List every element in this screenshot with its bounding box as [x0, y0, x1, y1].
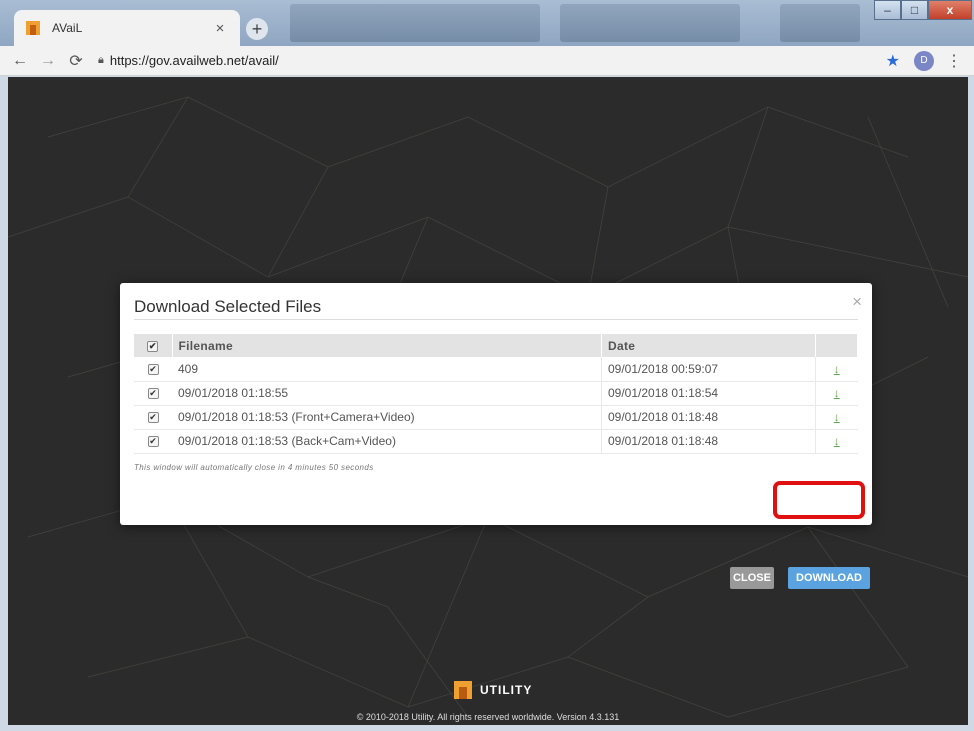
utility-logo: UTILITY — [454, 681, 532, 699]
profile-avatar[interactable]: D — [914, 50, 934, 71]
row-filename: 09/01/2018 01:18:55 — [172, 381, 602, 406]
address-toolbar: ← → ⟳ 🔒︎ https://gov.availweb.net/avail/… — [0, 46, 974, 76]
blurred-background-area — [560, 4, 740, 42]
blurred-background-area — [780, 4, 860, 42]
browser-menu-icon[interactable]: ⋮ — [946, 51, 962, 71]
window-controls: – □ x — [874, 0, 972, 22]
close-button[interactable]: CLOSE — [730, 567, 774, 589]
download-modal: Download Selected Files × ✔ Filename Dat… — [120, 283, 872, 589]
row-date: 09/01/2018 00:59:07 — [601, 357, 816, 382]
row-filename: 09/01/2018 01:18:53 (Back+Cam+Video) — [172, 429, 602, 454]
window-left-border — [0, 77, 8, 731]
window-close-button[interactable]: x — [928, 0, 972, 20]
download-highlight-box — [773, 481, 865, 519]
row-checkbox[interactable]: ✔ — [147, 364, 159, 376]
select-all-checkbox[interactable]: ✔ — [147, 340, 159, 352]
download-arrow-icon[interactable]: ↓ — [834, 362, 840, 376]
modal-title: Download Selected Files — [134, 297, 322, 316]
row-date: 09/01/2018 01:18:54 — [601, 381, 816, 406]
auto-close-notice: This window will automatically close in … — [134, 463, 374, 472]
utility-logo-icon — [454, 681, 472, 699]
download-button[interactable]: DOWNLOAD — [788, 567, 870, 589]
utility-brand-text: UTILITY — [480, 683, 533, 697]
row-date: 09/01/2018 01:18:48 — [601, 429, 816, 454]
forward-arrow-icon[interactable]: → — [34, 52, 62, 70]
lock-icon: 🔒︎ — [98, 54, 104, 66]
download-arrow-icon[interactable]: ↓ — [834, 410, 840, 424]
column-header-date[interactable]: Date — [601, 334, 816, 357]
table-row: ✔ 409 09/01/2018 00:59:07 ↓ — [134, 357, 858, 382]
maximize-button[interactable]: □ — [901, 0, 928, 20]
select-all-cell: ✔ — [134, 334, 173, 357]
column-header-filename[interactable]: Filename — [172, 334, 602, 357]
row-checkbox[interactable]: ✔ — [147, 436, 159, 448]
modal-divider — [134, 319, 858, 320]
tab-close-icon[interactable]: × — [212, 20, 228, 37]
row-date: 09/01/2018 01:18:48 — [601, 405, 816, 430]
tab-title: AVaiL — [52, 21, 83, 35]
modal-button-bar: CLOSE DOWNLOAD — [120, 491, 872, 589]
table-header-row: ✔ Filename Date — [134, 334, 858, 357]
browser-window: AVaiL × + – □ x ← → ⟳ 🔒︎ https://gov.ava… — [0, 0, 974, 731]
address-bar-url[interactable]: https://gov.availweb.net/avail/ — [110, 53, 886, 68]
new-tab-button[interactable]: + — [246, 18, 268, 40]
files-table: ✔ Filename Date ✔ 409 09/01/2018 00:59:0… — [134, 334, 858, 454]
row-checkbox[interactable]: ✔ — [147, 412, 159, 424]
reload-icon[interactable]: ⟳ — [62, 51, 90, 71]
table-row: ✔ 09/01/2018 01:18:53 (Back+Cam+Video) 0… — [134, 429, 858, 454]
page-background: Download Selected Files × ✔ Filename Dat… — [8, 77, 968, 725]
download-arrow-icon[interactable]: ↓ — [834, 434, 840, 448]
table-row: ✔ 09/01/2018 01:18:53 (Front+Camera+Vide… — [134, 405, 858, 430]
bookmark-star-icon[interactable]: ★ — [886, 51, 900, 71]
table-row: ✔ 09/01/2018 01:18:55 09/01/2018 01:18:5… — [134, 381, 858, 406]
avail-favicon-icon — [26, 21, 40, 35]
tab-strip: AVaiL × + – □ x — [0, 0, 974, 46]
row-checkbox[interactable]: ✔ — [147, 388, 159, 400]
download-arrow-icon[interactable]: ↓ — [834, 386, 840, 400]
minimize-button[interactable]: – — [874, 0, 901, 20]
modal-close-icon[interactable]: × — [852, 292, 862, 312]
row-filename: 409 — [172, 357, 602, 382]
blurred-background-area — [290, 4, 540, 42]
browser-tab[interactable]: AVaiL × — [14, 10, 240, 46]
copyright-text: © 2010-2018 Utility. All rights reserved… — [356, 712, 620, 722]
back-arrow-icon[interactable]: ← — [6, 52, 34, 70]
column-header-action — [815, 334, 858, 357]
window-right-border — [968, 77, 974, 731]
row-filename: 09/01/2018 01:18:53 (Front+Camera+Video) — [172, 405, 602, 430]
